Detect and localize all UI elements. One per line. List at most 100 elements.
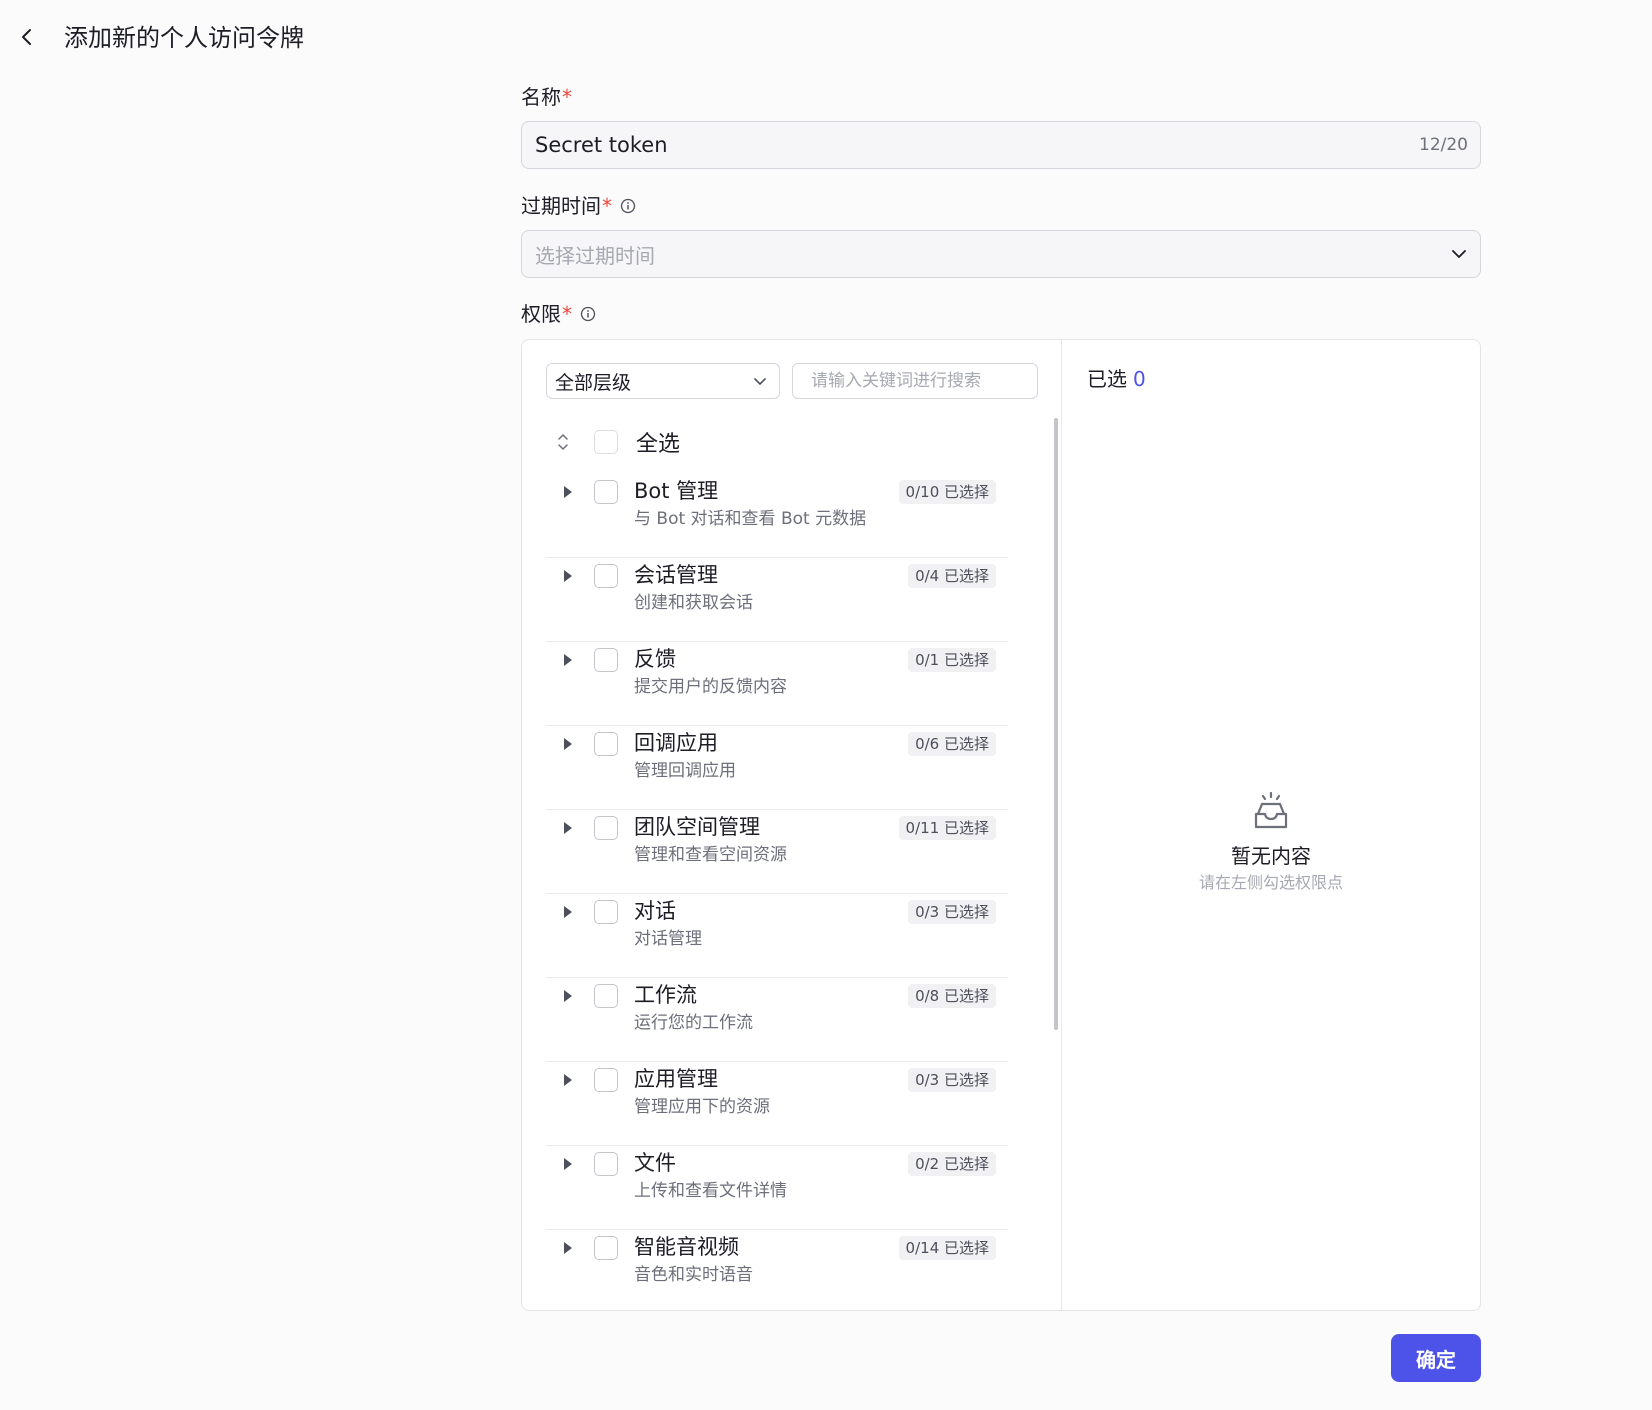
select-all-row: 全选 xyxy=(546,420,1032,464)
permission-field: 权限 * 全部层级 请输入关键词进行搜索 全选 Bot 管理 与 Bot 对话和… xyxy=(521,299,1481,1311)
required-mark: * xyxy=(562,302,572,326)
selected-label: 已选 xyxy=(1087,367,1127,391)
permission-title: 应用管理 xyxy=(634,1067,718,1091)
caret-right-icon[interactable] xyxy=(556,816,580,840)
empty-state: 暂无内容 请在左侧勾选权限点 xyxy=(1062,790,1480,894)
caret-right-icon[interactable] xyxy=(556,984,580,1008)
selection-count-badge: 0/11 已选择 xyxy=(898,816,996,840)
back-button[interactable] xyxy=(14,22,40,52)
search-input[interactable] xyxy=(811,371,1030,391)
permission-description: 运行您的工作流 xyxy=(634,1013,753,1033)
permission-description: 音色和实时语音 xyxy=(634,1265,753,1285)
level-select-value: 全部层级 xyxy=(555,371,632,394)
permission-checkbox[interactable] xyxy=(594,984,618,1008)
selection-count-badge: 0/14 已选择 xyxy=(898,1236,996,1260)
caret-right-icon[interactable] xyxy=(556,564,580,588)
permission-checkbox[interactable] xyxy=(594,900,618,924)
permission-description: 管理应用下的资源 xyxy=(634,1097,770,1117)
permission-checkbox[interactable] xyxy=(594,564,618,588)
header: 添加新的个人访问令牌 xyxy=(0,0,1652,76)
permission-checkbox[interactable] xyxy=(594,1236,618,1260)
selected-pane: 已选 0 暂无内容 请在左侧勾选权限点 xyxy=(1062,340,1480,1310)
selection-count-badge: 0/1 已选择 xyxy=(908,648,996,672)
page: 添加新的个人访问令牌 名称 * Secret token 12/20 过期时间 … xyxy=(0,0,1652,1410)
permission-row: 文件上传和查看文件详情 0/2 已选择 xyxy=(546,1146,1008,1230)
required-mark: * xyxy=(562,85,572,109)
info-icon[interactable] xyxy=(620,198,636,214)
select-all-checkbox[interactable] xyxy=(594,430,618,454)
selection-count-badge: 0/6 已选择 xyxy=(908,732,996,756)
caret-right-icon[interactable] xyxy=(556,1236,580,1260)
caret-right-icon[interactable] xyxy=(556,732,580,756)
permission-row: 会话管理创建和获取会话 0/4 已选择 xyxy=(546,558,1008,642)
expire-field: 过期时间 * 选择过期时间 xyxy=(521,191,1481,278)
scrollbar[interactable] xyxy=(1054,418,1058,1030)
permission-checkbox[interactable] xyxy=(594,1152,618,1176)
empty-inbox-icon xyxy=(1249,790,1293,834)
permission-checkbox[interactable] xyxy=(594,1068,618,1092)
required-mark: * xyxy=(602,194,612,218)
permission-row: 工作流运行您的工作流 0/8 已选择 xyxy=(546,978,1008,1062)
expand-collapse-icon[interactable] xyxy=(546,432,580,452)
expire-select[interactable]: 选择过期时间 xyxy=(521,230,1481,278)
empty-title: 暂无内容 xyxy=(1231,844,1311,868)
expire-select-placeholder: 选择过期时间 xyxy=(535,243,655,268)
name-input-value[interactable]: Secret token xyxy=(535,133,1419,157)
caret-right-icon[interactable] xyxy=(556,1068,580,1092)
permission-description: 管理回调应用 xyxy=(634,761,736,781)
caret-right-icon[interactable] xyxy=(556,480,580,504)
permission-checkbox[interactable] xyxy=(594,816,618,840)
permission-checkbox[interactable] xyxy=(594,732,618,756)
name-input[interactable]: Secret token 12/20 xyxy=(521,121,1481,169)
selection-count-badge: 0/2 已选择 xyxy=(908,1152,996,1176)
permission-label: 权限 * xyxy=(521,299,1481,329)
permission-description: 与 Bot 对话和查看 Bot 元数据 xyxy=(634,509,867,529)
selection-count-badge: 0/10 已选择 xyxy=(898,480,996,504)
permission-title: 回调应用 xyxy=(634,731,718,755)
caret-right-icon[interactable] xyxy=(556,1152,580,1176)
permission-checkbox[interactable] xyxy=(594,480,618,504)
caret-right-icon[interactable] xyxy=(556,900,580,924)
permission-row: 对话对话管理 0/3 已选择 xyxy=(546,894,1008,978)
permission-row: Bot 管理与 Bot 对话和查看 Bot 元数据 0/10 已选择 xyxy=(546,474,1008,558)
chevron-down-icon xyxy=(754,378,766,385)
permission-title: 文件 xyxy=(634,1151,676,1175)
selection-count-badge: 0/8 已选择 xyxy=(908,984,996,1008)
expire-label-text: 过期时间 xyxy=(521,194,601,218)
permission-search[interactable] xyxy=(792,363,1038,399)
permission-title: 智能音视频 xyxy=(634,1235,739,1259)
permission-title: Bot 管理 xyxy=(634,479,719,503)
confirm-button[interactable]: 确定 xyxy=(1391,1334,1481,1382)
permission-description: 创建和获取会话 xyxy=(634,593,753,613)
permission-row: 反馈 提交用户的反馈内容 0/1 已选择 xyxy=(546,642,1008,726)
selection-count-badge: 0/4 已选择 xyxy=(908,564,996,588)
permission-list: Bot 管理与 Bot 对话和查看 Bot 元数据 0/10 已选择会话管理创建和… xyxy=(546,474,1008,1310)
permission-title: 工作流 xyxy=(634,983,697,1007)
permission-title: 反馈 xyxy=(634,647,676,671)
selection-count-badge: 0/3 已选择 xyxy=(908,900,996,924)
selected-header: 已选 0 xyxy=(1087,364,1146,394)
name-label: 名称 * xyxy=(521,82,1481,112)
permission-title: 会话管理 xyxy=(634,563,718,587)
level-select[interactable]: 全部层级 xyxy=(546,363,780,399)
page-title: 添加新的个人访问令牌 xyxy=(64,24,304,52)
info-icon[interactable] xyxy=(580,306,596,322)
permission-description: 对话管理 xyxy=(634,929,702,949)
selected-count: 0 xyxy=(1133,367,1146,391)
permission-row: 应用管理 管理应用下的资源 0/3 已选择 xyxy=(546,1062,1008,1146)
permission-row: 团队空间管理 管理和查看空间资源 0/11 已选择 xyxy=(546,810,1008,894)
permission-tree-pane: 全部层级 请输入关键词进行搜索 全选 Bot 管理 与 Bot 对话和查看 Bo… xyxy=(522,340,1062,1310)
chevron-down-icon xyxy=(1452,250,1466,258)
empty-description: 请在左侧勾选权限点 xyxy=(1198,873,1343,892)
name-label-text: 名称 xyxy=(521,85,561,109)
permission-description: 管理和查看空间资源 xyxy=(634,845,787,865)
caret-right-icon[interactable] xyxy=(556,648,580,672)
permission-row: 智能音视频音色和实时语音 0/14 已选择 xyxy=(546,1230,1008,1310)
name-char-counter: 12/20 xyxy=(1419,135,1468,155)
permission-title: 对话 xyxy=(634,899,676,923)
permission-description: 上传和查看文件详情 xyxy=(634,1181,787,1201)
chevron-left-icon xyxy=(22,29,31,45)
permission-panel: 全部层级 请输入关键词进行搜索 全选 Bot 管理 与 Bot 对话和查看 Bo… xyxy=(521,339,1481,1311)
permission-checkbox[interactable] xyxy=(594,648,618,672)
name-field: 名称 * Secret token 12/20 xyxy=(521,82,1481,169)
